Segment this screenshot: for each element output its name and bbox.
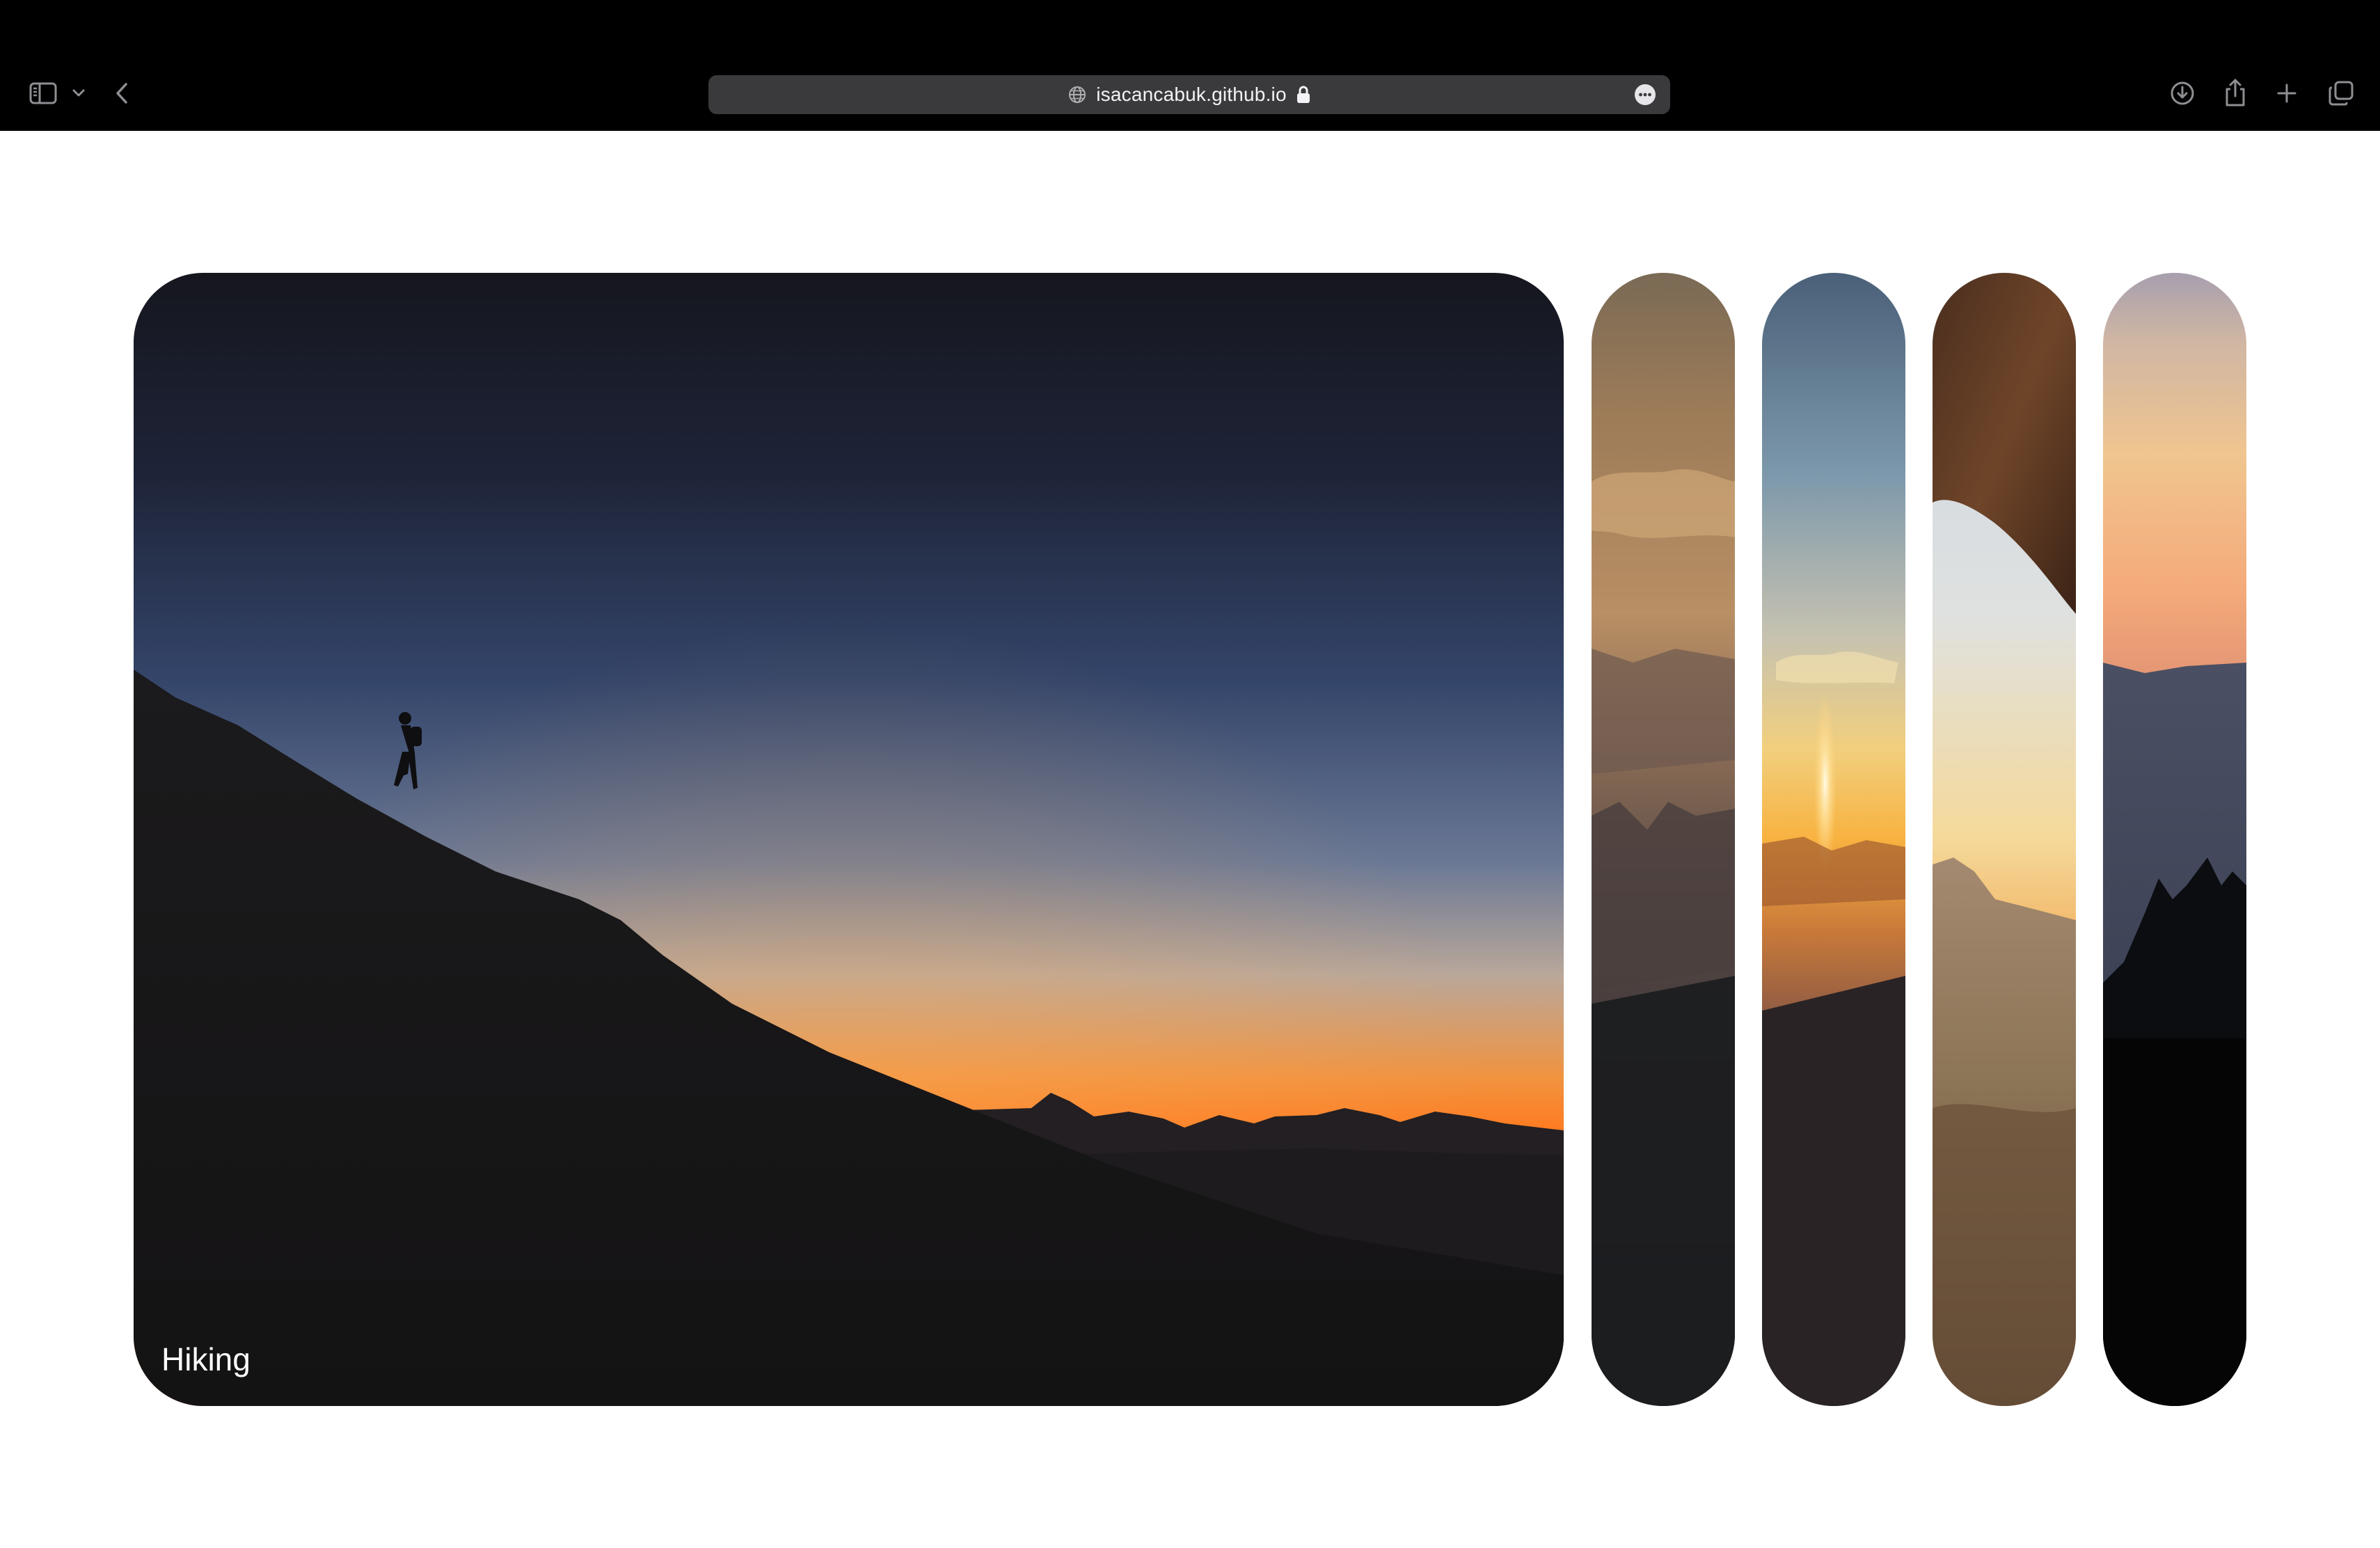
chevron-left-icon [116, 82, 128, 104]
address-bar[interactable]: isacancabuk.github.io [708, 75, 1670, 114]
gallery-card-5[interactable] [2103, 273, 2246, 1406]
gallery-card-2[interactable] [1592, 273, 1735, 1406]
tabs-icon [2328, 80, 2354, 106]
download-icon [2170, 81, 2195, 106]
canyon-photo [1592, 273, 1735, 1406]
gallery-card-4[interactable] [1933, 273, 2076, 1406]
browser-toolbar: isacancabuk.github.io [0, 0, 2380, 131]
new-tab-button[interactable] [2273, 79, 2301, 107]
gallery-card-hiking[interactable]: Hiking [134, 273, 1564, 1406]
sidebar-icon [29, 82, 57, 104]
hiking-photo [134, 273, 1564, 1406]
plus-icon [2276, 83, 2297, 104]
chevron-down-icon [72, 89, 85, 97]
more-icon [1634, 84, 1656, 109]
back-button[interactable] [111, 78, 132, 109]
image-gallery: Hiking [134, 273, 2246, 1406]
sandstone-arch-photo [1933, 273, 2076, 1406]
sidebar-toggle-button[interactable] [26, 78, 60, 109]
desert-sunset-photo [1762, 273, 1905, 1406]
share-icon [2223, 78, 2247, 107]
globe-icon [1068, 86, 1086, 104]
lock-icon [1296, 85, 1310, 104]
gallery-card-3[interactable] [1762, 273, 1905, 1406]
card-label: Hiking [161, 1341, 251, 1377]
downloads-button[interactable] [2168, 79, 2196, 107]
url-text[interactable]: isacancabuk.github.io [1096, 84, 1287, 106]
tab-overview-button[interactable] [2326, 78, 2356, 109]
pine-mountains-photo [2103, 273, 2246, 1406]
sidebar-menu-button[interactable] [70, 85, 88, 102]
share-button[interactable] [2221, 77, 2249, 109]
page-menu-button[interactable] [1634, 84, 1656, 106]
